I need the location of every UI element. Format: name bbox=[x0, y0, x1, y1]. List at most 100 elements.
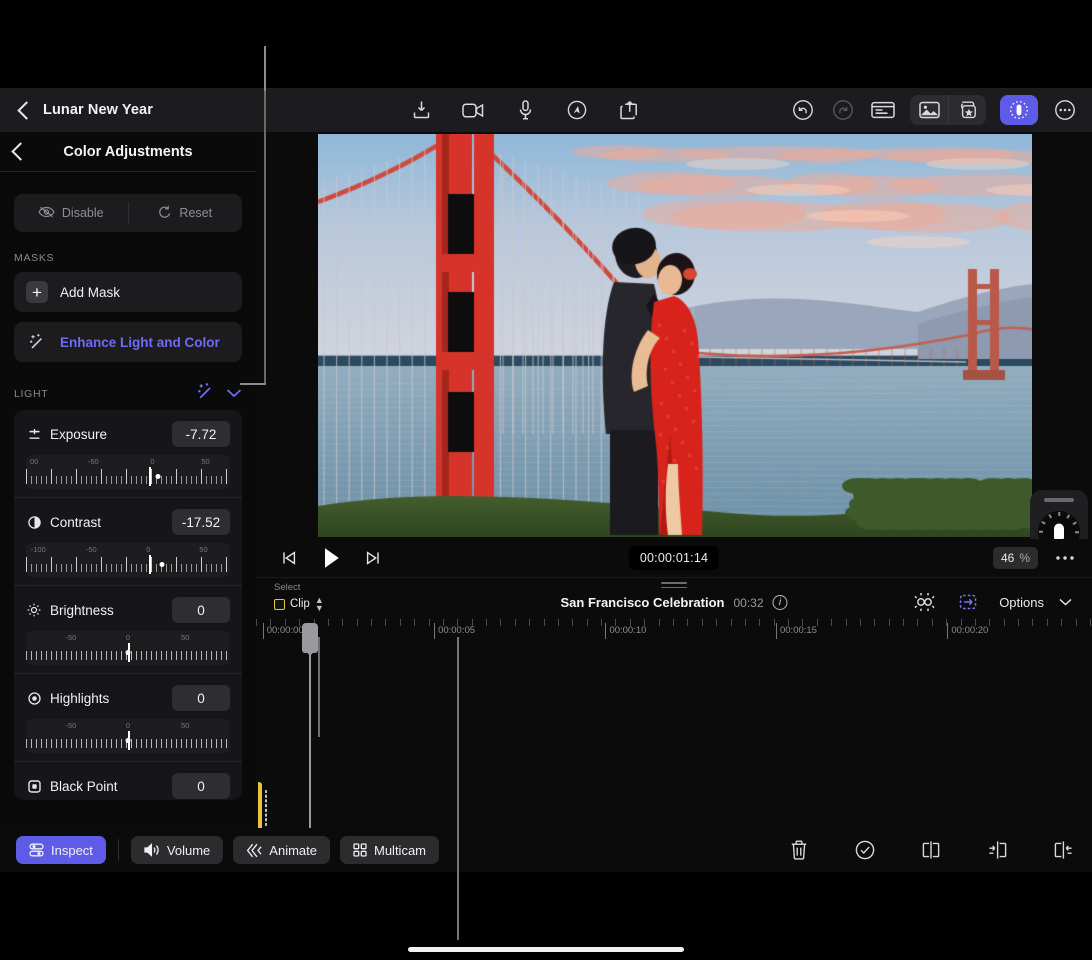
animate-icon bbox=[246, 843, 262, 858]
ruler-tick bbox=[931, 619, 933, 626]
light-collapse-chevron-icon[interactable] bbox=[226, 385, 242, 403]
slider-value[interactable]: -7.72 bbox=[172, 421, 230, 447]
slider-track[interactable]: -50 0 50 bbox=[26, 631, 230, 665]
info-icon[interactable]: i bbox=[772, 595, 788, 610]
selection-mode-picker[interactable]: Select Clip ▲ ▼ bbox=[274, 582, 324, 613]
photos-library-icon[interactable] bbox=[910, 95, 948, 125]
transport-more-icon[interactable] bbox=[1052, 545, 1078, 571]
timeline-project-name: San Francisco Celebration bbox=[560, 595, 725, 610]
reset-button[interactable]: Reset bbox=[127, 202, 243, 224]
ruler-tick bbox=[1018, 619, 1020, 626]
timeline[interactable]: 00:00:00 00:00:05 00:00:10 00:00:15 00:00:20… bbox=[256, 619, 1092, 828]
options-chevron-down-icon[interactable] bbox=[1052, 589, 1078, 615]
slider-value[interactable]: -17.52 bbox=[172, 509, 230, 535]
panel-grip-handle[interactable] bbox=[1044, 498, 1074, 502]
slider-value[interactable]: 0 bbox=[172, 597, 230, 623]
slider-label: Contrast bbox=[50, 514, 102, 530]
mark-done-button[interactable] bbox=[852, 837, 878, 863]
disable-button[interactable]: Disable bbox=[14, 202, 128, 224]
slider-value[interactable]: 0 bbox=[172, 773, 230, 799]
tool-inspect-button[interactable]: Inspect bbox=[16, 836, 106, 864]
trim-handle-left[interactable] bbox=[260, 791, 262, 828]
ruler-tick bbox=[428, 619, 430, 626]
slider-tick-label: 0 bbox=[125, 721, 131, 730]
slider-knob[interactable] bbox=[149, 555, 152, 574]
video-preview[interactable] bbox=[318, 134, 1032, 537]
ruler-tick bbox=[486, 619, 488, 626]
ruler-tick bbox=[773, 619, 775, 626]
ruler-tick bbox=[1089, 619, 1091, 626]
slider-contrast[interactable]: Contrast -17.52 -100 -50 0 50 bbox=[14, 497, 242, 585]
ruler-tick bbox=[845, 619, 847, 626]
slider-value[interactable]: 0 bbox=[172, 685, 230, 711]
import-media-icon[interactable] bbox=[408, 97, 434, 123]
exposure-icon bbox=[26, 428, 42, 441]
light-slider-list: Exposure -7.72 00 -50 0 50 Contrast -17.52 … bbox=[14, 410, 242, 800]
slider-black-point[interactable]: Black Point 0 -50050 bbox=[14, 761, 242, 800]
add-mask-button[interactable]: + Add Mask bbox=[14, 272, 242, 312]
ruler-tick bbox=[716, 619, 718, 626]
slider-exposure[interactable]: Exposure -7.72 00 -50 0 50 bbox=[14, 410, 242, 497]
tool-multicam-button[interactable]: Multicam bbox=[340, 836, 440, 864]
timeline-duration: 00:32 bbox=[733, 595, 764, 610]
timeline-video-clip[interactable] bbox=[256, 782, 258, 828]
timeline-header: Select Clip ▲ ▼ San Francisco Celebration… bbox=[256, 577, 1092, 619]
enhance-light-and-color-button[interactable]: Enhance Light and Color bbox=[14, 322, 242, 362]
play-button[interactable] bbox=[320, 545, 342, 571]
check-circle-icon bbox=[855, 840, 875, 860]
slider-highlights[interactable]: Highlights 0 -50 0 50 bbox=[14, 673, 242, 761]
tool-label: Animate bbox=[269, 842, 317, 858]
options-button[interactable]: Options bbox=[999, 595, 1044, 610]
callout-line-light bbox=[240, 383, 266, 385]
split-button[interactable] bbox=[918, 837, 944, 863]
plus-icon: + bbox=[26, 281, 48, 303]
effects-library-icon[interactable] bbox=[948, 95, 986, 125]
titles-icon[interactable] bbox=[870, 97, 896, 123]
share-export-icon[interactable] bbox=[616, 97, 642, 123]
dial-tick bbox=[1039, 531, 1043, 533]
redo-icon[interactable] bbox=[830, 97, 856, 123]
ruler-time-label: 00:00:05 bbox=[438, 625, 476, 636]
enhance-timeline-icon[interactable] bbox=[911, 589, 937, 615]
slider-track[interactable]: 00 -50 0 50 bbox=[26, 455, 230, 489]
slider-indicator bbox=[159, 562, 165, 567]
tool-animate-button[interactable]: Animate bbox=[233, 836, 330, 864]
timecode-display[interactable]: 00:00:01:14 bbox=[628, 546, 720, 570]
live-drawing-icon[interactable] bbox=[564, 97, 590, 123]
slider-tick-label: 50 bbox=[180, 633, 190, 642]
zoom-level[interactable]: 46 % bbox=[992, 547, 1038, 569]
skip-to-start-icon[interactable] bbox=[276, 545, 302, 571]
record-video-icon[interactable] bbox=[460, 97, 486, 123]
inspector-back-chevron-icon[interactable] bbox=[12, 142, 23, 161]
audio-tools-icon[interactable] bbox=[1000, 95, 1038, 125]
tool-volume-button[interactable]: Volume bbox=[130, 836, 224, 864]
record-voiceover-icon[interactable] bbox=[512, 97, 538, 123]
skip-to-end-icon[interactable] bbox=[360, 545, 386, 571]
trim-end-button[interactable] bbox=[1050, 837, 1076, 863]
inspector-panel: Color Adjustments Disable Reset MASKS + … bbox=[0, 132, 256, 828]
ruler-tick bbox=[687, 619, 689, 626]
slider-indicator bbox=[125, 738, 131, 743]
slider-label: Brightness bbox=[50, 602, 114, 618]
slider-track[interactable]: -100 -50 0 50 bbox=[26, 543, 230, 577]
split-view-icon[interactable] bbox=[955, 589, 981, 615]
undo-icon[interactable] bbox=[790, 97, 816, 123]
slider-knob[interactable] bbox=[149, 467, 152, 486]
light-auto-magic-icon[interactable] bbox=[196, 382, 216, 407]
inspect-icon bbox=[29, 843, 44, 857]
trim-end-icon bbox=[1053, 840, 1074, 860]
trim-start-button[interactable] bbox=[984, 837, 1010, 863]
timeline-ruler[interactable]: 00:00:00 00:00:05 00:00:10 00:00:15 00:00:20 bbox=[256, 619, 1092, 649]
slider-track[interactable]: -50 0 50 bbox=[26, 719, 230, 753]
dial-tick bbox=[1072, 521, 1077, 525]
ruler-tick bbox=[672, 619, 674, 626]
delete-button[interactable] bbox=[786, 837, 812, 863]
more-options-icon[interactable] bbox=[1052, 97, 1078, 123]
ruler-tick bbox=[557, 619, 559, 626]
back-chevron-icon[interactable] bbox=[18, 101, 29, 120]
ruler-tick bbox=[586, 619, 588, 626]
slider-brightness[interactable]: Brightness 0 -50 0 50 bbox=[14, 585, 242, 673]
playhead[interactable] bbox=[302, 623, 319, 828]
ruler-time-label: 00:00:20 bbox=[951, 625, 989, 636]
timeline-resize-grip[interactable] bbox=[661, 582, 687, 591]
